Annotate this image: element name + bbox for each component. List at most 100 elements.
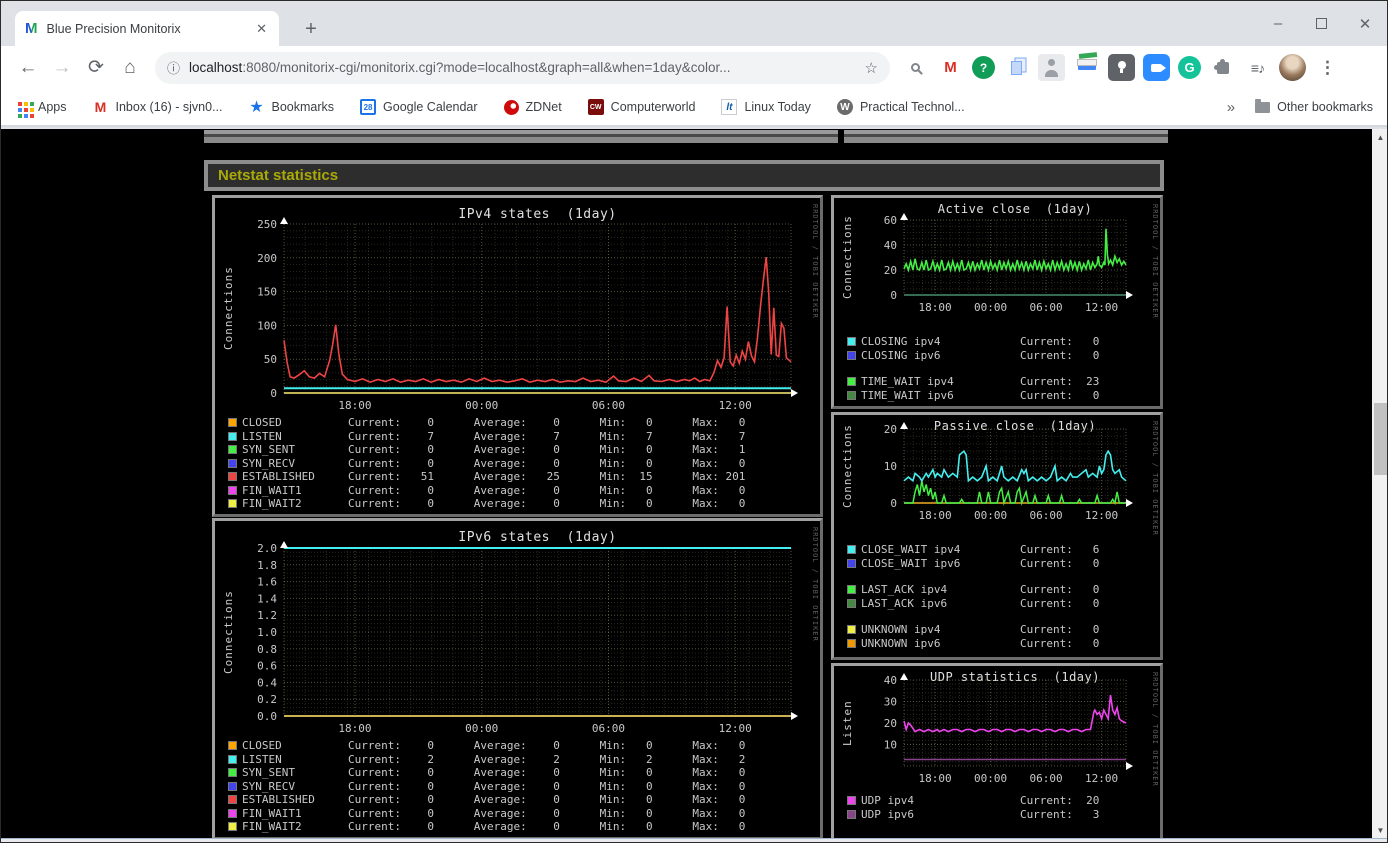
chart-panel-ipv6-states: IPv6 states (1day) Connections RRDTOOL / T… [212, 518, 823, 838]
x-axis-arrow-icon [1126, 762, 1133, 770]
url-host: localhost [189, 60, 243, 75]
section-header-inner: Netstat statistics [208, 164, 1160, 187]
help-bubble-extension-icon[interactable]: ? [972, 56, 995, 79]
extensions-row: M? G ≡♪ ⋮ [902, 54, 1341, 81]
page-scrollbar[interactable]: ▲ ▼ [1372, 129, 1387, 838]
bookmark-item[interactable]: 28 Google Calendar [360, 99, 478, 115]
bookmark-item[interactable]: CW Computerworld [587, 99, 695, 115]
legend-color-swatch [847, 809, 856, 819]
bookmark-item[interactable]: Apps [15, 99, 67, 115]
tab-close-icon[interactable]: ✕ [254, 21, 269, 37]
y-tick-label: 10 [884, 460, 897, 473]
copy-pages-extension-icon[interactable] [1003, 54, 1030, 81]
person-extension-icon[interactable] [1038, 54, 1065, 81]
chart-panel-active-close: Active close (1day) Connections RRDTOOL / … [831, 195, 1163, 409]
legend-row: SYN_SENT Current: 0 Average: 0 Min: 0 Ma… [228, 443, 745, 457]
y-tick-label: 30 [884, 696, 897, 709]
new-tab-button[interactable]: + [297, 15, 325, 43]
title-bar: M Blue Precision Monitorix ✕ + – ✕ [1, 1, 1387, 46]
x-tick-label: 12:00 [1085, 772, 1118, 785]
x-axis-arrow-icon [1126, 291, 1133, 299]
zoom-camera-extension-icon[interactable] [1143, 54, 1170, 81]
chart-panel-ipv4-states: IPv4 states (1day) Connections RRDTOOL / T… [212, 195, 823, 517]
bookmarks-bar: Apps M Inbox (16) - sjvn0... ★ Bookmarks 28 Go… [1, 89, 1387, 127]
bookmark-item[interactable]: W Practical Technol... [836, 99, 965, 115]
legend-text: LAST_ACK ipv6 Current: 0 [861, 596, 1100, 610]
y-tick-label: 0.0 [257, 710, 277, 723]
window-close-button[interactable]: ✕ [1357, 15, 1373, 33]
keeper-extension-icon[interactable] [1108, 54, 1135, 81]
legend-color-swatch [847, 625, 856, 635]
y-tick-label: 1.6 [257, 576, 277, 589]
legend-row: UDP ipv6 Current: 3 [847, 808, 1099, 822]
home-button[interactable]: ⌂ [113, 57, 147, 79]
cal-favicon-icon: 28 [360, 99, 377, 115]
chart-panel-udp-statistics: UDP statistics (1day) Listen RRDTOOL / TOB… [831, 663, 1163, 838]
legend-row: CLOSE_WAIT ipv4 Current: 6 [847, 543, 1099, 557]
scrollbar-up-arrow-icon[interactable]: ▲ [1372, 129, 1387, 145]
legend-text: TIME_WAIT ipv6 Current: 0 [861, 388, 1100, 402]
reload-button[interactable]: ⟳ [79, 56, 113, 79]
legend-text: CLOSING ipv4 Current: 0 [861, 335, 1100, 348]
legend-color-swatch [847, 337, 856, 347]
bookmark-item[interactable]: ZDNet [503, 99, 562, 115]
y-tick-label: 0.2 [257, 693, 277, 706]
legend-row: LISTEN Current: 7 Average: 7 Min: 7 Max:… [228, 430, 745, 444]
page-info-icon[interactable]: ⓘ [167, 58, 180, 77]
back-button[interactable]: ← [11, 57, 45, 79]
puzzle-extension-icon[interactable] [1209, 54, 1236, 81]
profile-avatar[interactable] [1279, 54, 1306, 81]
other-bookmarks-label: Other bookmarks [1277, 100, 1373, 114]
legend-row: UNKNOWN ipv6 Current: 0 [847, 637, 1099, 651]
chart-panel-passive-close: Passive close (1day) Connections RRDTOOL /… [831, 412, 1163, 660]
menu-dots-icon[interactable]: ⋮ [1314, 54, 1341, 81]
scrollbar-thumb[interactable] [1374, 403, 1387, 475]
playlist-extension-icon[interactable]: ≡♪ [1244, 54, 1271, 81]
window-controls: – ✕ [1270, 1, 1373, 46]
maximize-button[interactable] [1316, 18, 1327, 29]
bookmark-label: Google Calendar [383, 100, 478, 114]
legend-color-swatch [228, 418, 237, 428]
x-tick-label: 12:00 [719, 399, 752, 412]
books-extension-icon[interactable] [1073, 54, 1100, 81]
legend-text: UDP ipv4 Current: 20 [861, 794, 1100, 807]
legend-row: CLOSING ipv6 Current: 0 [847, 349, 1099, 363]
minimize-button[interactable]: – [1270, 15, 1286, 32]
legend-color-swatch [228, 445, 237, 455]
legend-text: CLOSED Current: 0 Average: 0 Min: 0 Max:… [242, 416, 746, 429]
x-tick-label: 06:00 [592, 722, 625, 735]
wp-favicon-icon: W [836, 99, 853, 115]
legend-text: SYN_SENT Current: 0 Average: 0 Min: 0 Ma… [242, 443, 746, 456]
chart-legend: CLOSED Current: 0 Average: 0 Min: 0 Max:… [228, 416, 745, 511]
search-extension-icon[interactable] [902, 54, 929, 81]
legend-row: FIN_WAIT1 Current: 0 Average: 0 Min: 0 M… [228, 484, 745, 498]
other-bookmarks-button[interactable]: Other bookmarks [1255, 98, 1373, 114]
bookmark-item[interactable]: lt Linux Today [721, 99, 811, 115]
bookmark-star-icon[interactable]: ☆ [865, 59, 878, 77]
legend-color-swatch [847, 390, 856, 400]
bookmark-item[interactable]: M Inbox (16) - sjvn0... [93, 99, 223, 115]
legend-row: CLOSING ipv4 Current: 0 [847, 335, 1099, 349]
forward-button[interactable]: → [45, 57, 79, 79]
cw-favicon-icon: CW [587, 99, 604, 115]
bookmarks-list: Apps M Inbox (16) - sjvn0... ★ Bookmarks 28 Go… [15, 99, 991, 116]
legend-color-swatch [228, 472, 237, 482]
bookmark-item[interactable]: ★ Bookmarks [249, 99, 334, 116]
gmail-favicon-icon: M [94, 99, 107, 115]
legend-color-swatch [228, 431, 237, 441]
legend-text: LISTEN Current: 2 Average: 2 Min: 2 Max:… [242, 752, 746, 766]
bookmark-label: ZDNet [525, 100, 562, 114]
legend-text: CLOSED Current: 0 Average: 0 Min: 0 Max:… [242, 739, 746, 752]
grammarly-extension-icon[interactable]: G [1178, 56, 1201, 79]
gmail-extension-icon[interactable]: M [937, 54, 964, 81]
chart-legend: UDP ipv4 Current: 20 UDP ipv6 Current: 3 [847, 794, 1099, 821]
browser-tab[interactable]: M Blue Precision Monitorix ✕ [15, 11, 279, 46]
bookmarks-overflow-chevron[interactable]: » [1227, 99, 1235, 116]
scrollbar-down-arrow-icon[interactable]: ▼ [1372, 822, 1387, 838]
monitorix-favicon-icon: M [25, 20, 38, 37]
legend-color-swatch [847, 558, 856, 568]
y-tick-label: 20 [884, 717, 897, 730]
legend-color-swatch [847, 796, 856, 806]
address-bar[interactable]: ⓘ localhost:8080/monitorix-cgi/monitorix… [155, 51, 890, 84]
legend-row: TIME_WAIT ipv4 Current: 23 [847, 375, 1099, 389]
